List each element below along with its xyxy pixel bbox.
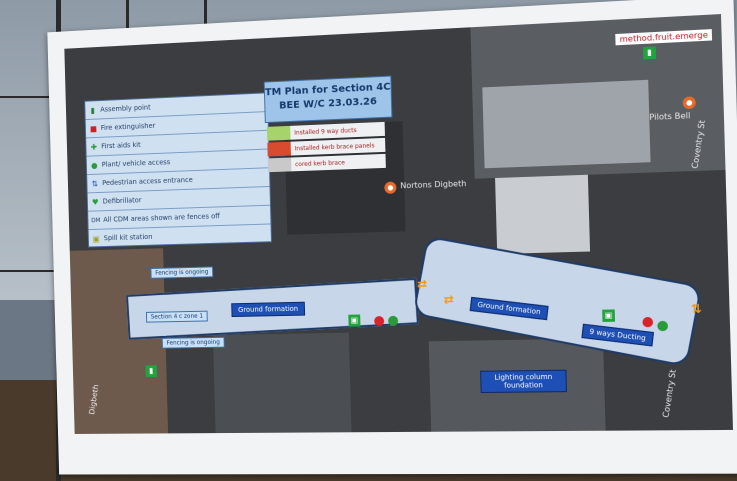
access-arrow-icon: ⇄ <box>416 276 428 292</box>
note-label: Installed 9 way ducts <box>294 126 357 137</box>
assembly-point-icon: ▮ <box>145 365 158 378</box>
fencing-label: Fencing is ongoing <box>150 266 214 279</box>
note-swatch <box>267 157 292 173</box>
access-arrow-icon: ⇅ <box>690 301 702 317</box>
legend-label: Assembly point <box>100 103 151 114</box>
note-swatch <box>266 125 291 141</box>
cdm-icon: DM <box>91 216 101 224</box>
street-label: Coventry St <box>661 368 678 419</box>
aerial-map: ▮ Assembly point ■ Fire extinguisher ✚ Firs… <box>64 14 734 434</box>
spill-kit-icon: ▣ <box>602 309 616 322</box>
lighting-column-label: Lighting column foundation <box>480 369 567 394</box>
spill-kit-icon: ▣ <box>348 314 361 327</box>
place-label: Pilots Bell <box>649 111 691 123</box>
note-swatch <box>267 141 291 157</box>
assembly-point-icon: ▮ <box>90 105 96 115</box>
first-aid-icon: ✚ <box>90 142 98 152</box>
fire-extinguisher-icon: ■ <box>89 123 97 133</box>
key-notes: Installed 9 way ducts Installed kerb bra… <box>266 121 386 174</box>
fire-extinguisher-icon <box>374 316 385 327</box>
legend-label: All CDM areas shown are fences off <box>103 212 220 224</box>
assembly-point-icon: ▮ <box>643 46 657 60</box>
fence-rail <box>0 270 60 272</box>
defibrillator-icon: ♥ <box>91 197 99 207</box>
pedestrian-access-icon: ⇅ <box>91 178 99 188</box>
site-plan-board: ▮ Assembly point ■ Fire extinguisher ✚ Firs… <box>47 0 737 475</box>
roof-block <box>482 79 651 169</box>
ground-formation-label: Ground formation <box>231 301 306 318</box>
access-arrow-icon: ⇄ <box>443 292 455 307</box>
legend-label: Spill kit station <box>103 232 153 243</box>
note-row: cored kerb brace <box>267 153 386 173</box>
legend-panel: ▮ Assembly point ■ Fire extinguisher ✚ Firs… <box>84 92 272 248</box>
legend-label: Plant/ vehicle access <box>101 158 171 169</box>
legend-label: Pedestrian access entrance <box>102 175 193 188</box>
legend-label: Defibrillator <box>102 196 142 206</box>
first-aid-icon <box>657 320 669 332</box>
note-label: cored kerb brace <box>295 158 345 168</box>
legend-label: Fire extinguisher <box>100 121 156 132</box>
building-block <box>212 332 352 434</box>
plan-title: TM Plan for Section 4C BEE W/C 23.03.26 <box>263 75 393 124</box>
roof-block <box>495 174 591 254</box>
note-label: Installed kerb brace panels <box>294 141 375 152</box>
vehicle-access-icon: ● <box>90 160 98 170</box>
first-aid-icon <box>387 315 399 326</box>
section-label: Section 4 c zone 1 <box>145 310 208 323</box>
fencing-label: Fencing is ongoing <box>161 336 225 349</box>
spill-kit-icon: ▣ <box>92 234 100 243</box>
legend-label: First aids kit <box>101 140 141 151</box>
place-label: Nortons Digbeth <box>400 179 467 191</box>
